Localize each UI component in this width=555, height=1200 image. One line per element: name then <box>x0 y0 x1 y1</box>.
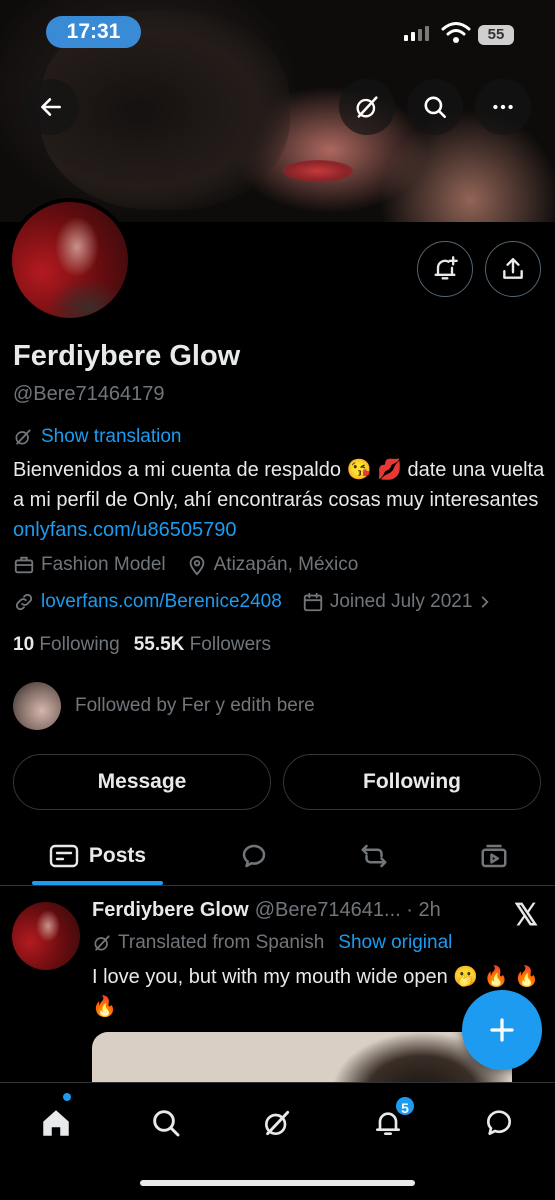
post-author-name[interactable]: Ferdiybere Glow <box>92 899 249 922</box>
profile-avatar[interactable] <box>8 198 132 322</box>
status-bar: 17:31 55 <box>0 0 555 58</box>
nav-search[interactable] <box>144 1101 188 1145</box>
home-indicator <box>140 1180 415 1186</box>
chat-icon <box>487 1110 512 1135</box>
followers-count: 55.5K <box>133 634 185 655</box>
search-button[interactable] <box>407 79 463 135</box>
bio-text: Bienvenidos a mi cuenta de respaldo 😘 💋 … <box>13 459 545 511</box>
translated-label: Translated from Spanish <box>118 932 325 953</box>
grok-icon <box>94 935 110 951</box>
post-author-meta: @Bere714641... · 2h <box>254 899 441 921</box>
location-label: Atizapán, México <box>213 554 359 575</box>
profession-label: Fashion Model <box>41 554 166 575</box>
profile-meta-row-2: loverfans.com/Berenice2408 Joined July 2… <box>13 591 512 613</box>
bio-link[interactable]: onlyfans.com/u86505790 <box>13 519 237 541</box>
location: Atizapán, México <box>186 554 359 576</box>
post-translation-row: Translated from Spanish Show original <box>92 932 452 954</box>
follower-avatar <box>13 682 61 730</box>
following-label: Following <box>39 634 120 655</box>
active-tab-indicator <box>32 881 163 885</box>
tab-posts-label: Posts <box>88 844 147 867</box>
home-icon <box>43 1110 69 1136</box>
arrow-left-icon <box>41 98 61 116</box>
following-button[interactable]: Following <box>283 754 541 810</box>
calendar-icon <box>303 592 322 612</box>
following-stat[interactable]: 10 Following <box>13 634 120 656</box>
plus-icon <box>490 1018 514 1042</box>
profile-meta-row-1: Fashion Model Atizapán, México <box>13 554 378 576</box>
joined-label: Joined July 2021 <box>329 591 473 612</box>
tab-reposts[interactable] <box>352 826 396 886</box>
joined-date[interactable]: Joined July 2021 <box>302 591 493 613</box>
notifications-badge: 5 <box>394 1095 416 1117</box>
signal-icon <box>404 26 429 41</box>
followed-by[interactable]: Followed by Fer y edith bere <box>13 682 315 730</box>
briefcase-icon <box>14 556 34 574</box>
profile-tabs: Posts <box>0 826 555 886</box>
website[interactable]: loverfans.com/Berenice2408 <box>13 591 282 613</box>
wifi-icon <box>441 22 471 43</box>
compose-button[interactable] <box>462 990 542 1070</box>
link-icon <box>15 593 33 611</box>
show-translation-link[interactable]: Show translation <box>13 426 181 448</box>
search-icon <box>424 96 447 119</box>
followed-by-label: Followed by Fer y edith bere <box>75 695 315 716</box>
post-header: Ferdiybere Glow @Bere714641... · 2h <box>92 899 441 922</box>
followers-label: Followers <box>189 634 271 655</box>
tab-posts[interactable]: Posts <box>32 826 163 886</box>
website-link[interactable]: loverfans.com/Berenice2408 <box>41 591 282 613</box>
reply-icon <box>242 844 266 868</box>
share-button[interactable] <box>485 241 541 297</box>
nav-grok[interactable] <box>255 1101 299 1145</box>
search-icon <box>153 1110 180 1137</box>
share-icon <box>503 258 523 279</box>
more-icon <box>493 104 513 110</box>
show-translation-label: Show translation <box>41 426 182 447</box>
follow-stats: 10 Following 55.5K Followers <box>13 634 271 656</box>
bell-plus-icon <box>434 256 458 280</box>
x-logo-icon: 𝕏 <box>514 899 539 932</box>
following-count: 10 <box>13 634 35 655</box>
banner-lips <box>283 160 353 182</box>
tab-media[interactable] <box>472 826 516 886</box>
more-button[interactable] <box>475 79 531 135</box>
profile-bio: Bienvenidos a mi cuenta de respaldo 😘 💋 … <box>13 455 548 545</box>
grok-button[interactable] <box>339 79 395 135</box>
grok-icon <box>356 96 378 118</box>
chevron-right-icon <box>482 596 489 608</box>
battery-indicator: 55 <box>478 25 514 45</box>
profile-handle: @Bere71464179 <box>13 383 165 405</box>
repost-icon <box>361 844 387 868</box>
media-icon <box>481 844 507 868</box>
nav-home[interactable] <box>34 1101 78 1145</box>
location-pin-icon <box>189 555 204 576</box>
show-original-link[interactable]: Show original <box>338 932 452 954</box>
followers-stat[interactable]: 55.5K Followers <box>134 634 271 656</box>
profession: Fashion Model <box>13 554 166 576</box>
nav-messages[interactable] <box>477 1101 521 1145</box>
back-button[interactable] <box>23 79 79 135</box>
posts-icon <box>49 844 79 868</box>
notify-button[interactable] <box>417 241 473 297</box>
home-notification-dot <box>63 1093 71 1101</box>
grok-icon <box>15 429 31 445</box>
profile-name: Ferdiybere Glow <box>13 340 241 372</box>
grok-icon <box>265 1110 290 1136</box>
tab-replies[interactable] <box>232 826 276 886</box>
post-author-avatar[interactable] <box>12 902 80 970</box>
message-button[interactable]: Message <box>13 754 271 810</box>
status-time: 17:31 <box>46 16 141 48</box>
